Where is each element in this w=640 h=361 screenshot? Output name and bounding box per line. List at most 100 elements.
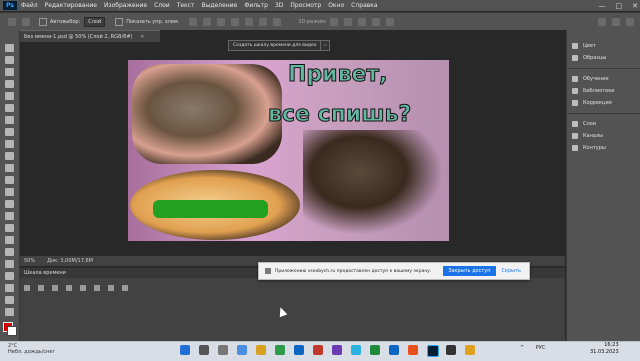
more-options-icon[interactable] [273, 17, 282, 26]
windows-start-icon[interactable] [180, 345, 190, 355]
language-indicator[interactable]: РУС [536, 345, 546, 351]
app-icon[interactable] [465, 345, 475, 355]
minimize-button[interactable]: — [599, 2, 606, 10]
word-icon[interactable] [389, 345, 399, 355]
show-controls-checkbox[interactable] [115, 17, 124, 26]
menu-select[interactable]: Выделение [201, 2, 237, 9]
search-icon[interactable] [598, 17, 606, 26]
crop-tool-icon[interactable] [5, 104, 14, 112]
task-view-icon[interactable] [218, 345, 228, 355]
rectangle-tool-icon[interactable] [5, 272, 14, 280]
align-center-icon[interactable] [203, 17, 212, 26]
share-icon[interactable] [626, 17, 634, 26]
hand-tool-icon[interactable] [5, 284, 14, 292]
app-icon[interactable] [313, 345, 323, 355]
lasso-tool-icon[interactable] [5, 80, 14, 88]
artboard-tool-icon[interactable] [5, 56, 14, 64]
menu-help[interactable]: Справка [351, 2, 377, 9]
taskbar-clock[interactable]: 16:23 31.03.2023 [590, 342, 619, 356]
app-icon[interactable] [370, 345, 380, 355]
menu-filter[interactable]: Фильтр [244, 2, 268, 9]
zoom-tool-icon[interactable] [5, 296, 14, 304]
transition-icon[interactable] [122, 285, 128, 291]
layer-select-dropdown[interactable]: Слой [84, 16, 106, 27]
menu-window[interactable]: Окно [328, 2, 344, 9]
hide-notification-link[interactable]: Скрыть [502, 268, 522, 274]
settings-icon[interactable] [94, 285, 100, 291]
tool-preset-icon[interactable] [22, 17, 30, 26]
menu-layers[interactable]: Слои [154, 2, 170, 9]
healing-brush-tool-icon[interactable] [5, 140, 14, 148]
next-frame-icon[interactable] [66, 285, 72, 291]
scale-3d-icon[interactable] [385, 17, 394, 26]
more-tools-icon[interactable] [5, 308, 14, 316]
panel-libraries[interactable]: Библиотеки [572, 87, 615, 95]
panel-layers[interactable]: Слои [572, 120, 596, 128]
split-icon[interactable] [108, 285, 114, 291]
slide-3d-icon[interactable] [371, 17, 380, 26]
object-select-tool-icon[interactable] [5, 92, 14, 100]
menu-view[interactable]: Просмотр [290, 2, 321, 9]
panel-adjustments[interactable]: Коррекция [572, 99, 612, 107]
photoshop-taskbar-icon[interactable] [427, 345, 439, 357]
align-bottom-icon[interactable] [259, 17, 268, 26]
align-middle-icon[interactable] [245, 17, 254, 26]
frame-tool-icon[interactable] [5, 116, 14, 124]
stop-sharing-button[interactable]: Закрыть доступ [443, 266, 496, 276]
app-icon[interactable] [332, 345, 342, 355]
marquee-tool-icon[interactable] [5, 68, 14, 76]
menu-edit[interactable]: Редактирование [45, 2, 97, 9]
panel-learn[interactable]: Обучение [572, 75, 609, 83]
brush-tool-icon[interactable] [5, 152, 14, 160]
close-tab-icon[interactable]: ✕ [140, 34, 144, 40]
system-tray[interactable]: ^ РУС [520, 345, 545, 351]
history-brush-tool-icon[interactable] [5, 176, 14, 184]
menu-type[interactable]: Текст [177, 2, 195, 9]
panel-channels[interactable]: Каналы [572, 132, 603, 140]
blur-tool-icon[interactable] [5, 212, 14, 220]
menu-file[interactable]: Файл [21, 2, 38, 9]
panel-color[interactable]: Цвет [572, 42, 596, 50]
play-icon[interactable] [52, 285, 58, 291]
panel-paths[interactable]: Контуры [572, 144, 606, 152]
audio-icon[interactable] [80, 285, 86, 291]
autoselect-checkbox[interactable] [39, 17, 47, 26]
type-tool-icon[interactable] [5, 248, 14, 256]
orbit-3d-icon[interactable] [329, 17, 338, 26]
previous-frame-icon[interactable] [38, 285, 44, 291]
first-frame-icon[interactable] [24, 285, 30, 291]
panel-swatches[interactable]: Образцы [572, 54, 606, 62]
edge-icon[interactable] [294, 345, 304, 355]
document-tab[interactable]: Без имени-1.psd @ 50% (Слой 2, RGB/8#) ✕ [20, 30, 160, 42]
menu-image[interactable]: Изображение [104, 2, 147, 9]
align-right-icon[interactable] [217, 17, 226, 26]
document-info[interactable]: Док: 3,00M/17,6M [47, 258, 93, 264]
dodge-tool-icon[interactable] [5, 224, 14, 232]
path-select-tool-icon[interactable] [5, 260, 14, 268]
eyedropper-tool-icon[interactable] [5, 128, 14, 136]
timeline-mode-dropdown[interactable]: ⌵ [320, 40, 330, 51]
move-tool-icon[interactable] [8, 17, 16, 26]
chrome-icon[interactable] [275, 345, 285, 355]
file-explorer-icon[interactable] [256, 345, 266, 355]
app-icon[interactable] [446, 345, 456, 355]
zoom-level[interactable]: 50% [24, 258, 35, 264]
menu-3d[interactable]: 3D [275, 2, 283, 9]
pen-tool-icon[interactable] [5, 236, 14, 244]
search-icon[interactable] [199, 345, 209, 355]
close-button[interactable]: ✕ [632, 2, 638, 10]
maximize-button[interactable]: □ [616, 2, 623, 10]
gradient-tool-icon[interactable] [5, 200, 14, 208]
widgets-icon[interactable] [237, 345, 247, 355]
create-video-timeline-button[interactable]: Создать шкалу времени для видео [228, 40, 322, 51]
roll-3d-icon[interactable] [343, 17, 352, 26]
workspace-icon[interactable] [612, 17, 620, 26]
pan-3d-icon[interactable] [357, 17, 366, 26]
weather-widget[interactable]: 2°C Небл. дождь/снег [8, 343, 55, 355]
chevron-up-icon[interactable]: ^ [520, 345, 524, 351]
align-top-icon[interactable] [231, 17, 240, 26]
eraser-tool-icon[interactable] [5, 188, 14, 196]
app-icon[interactable] [408, 345, 418, 355]
align-left-icon[interactable] [189, 17, 198, 26]
background-color-swatch[interactable] [7, 326, 17, 336]
